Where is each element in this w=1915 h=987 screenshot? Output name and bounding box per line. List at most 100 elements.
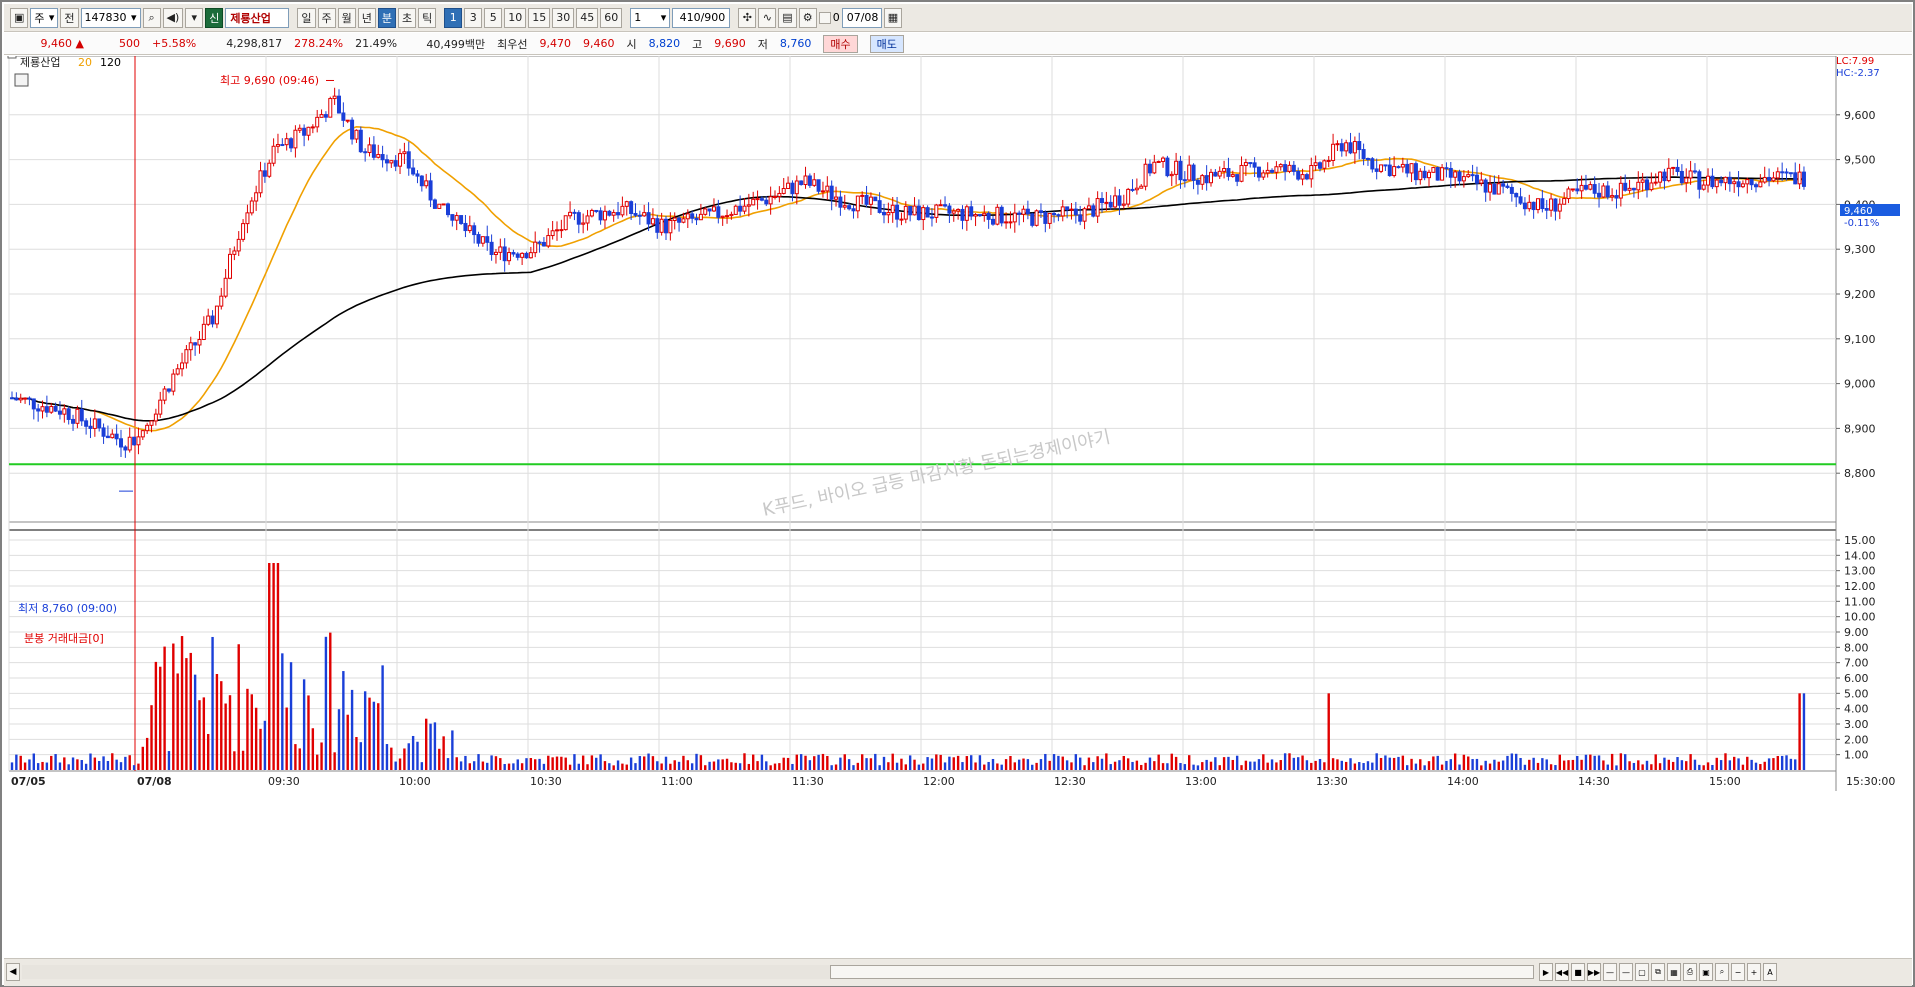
sell-button[interactable]: 매도 [869, 34, 904, 53]
volume-bar [1545, 759, 1548, 770]
menu-chevron-icon[interactable]: ▾ [185, 7, 204, 28]
volume-bar [1432, 756, 1435, 770]
period-week[interactable]: 주 [317, 7, 336, 28]
scroll-left-icon[interactable]: ◀ [6, 963, 20, 981]
candle-body [781, 188, 786, 194]
buy-button[interactable]: 매수 [823, 34, 858, 53]
volume-bar [983, 764, 986, 770]
candle-body [162, 388, 167, 401]
save-icon[interactable]: ▤ [778, 7, 797, 28]
minute-60[interactable]: 60 [600, 7, 623, 28]
calendar-icon[interactable]: ▦ [883, 7, 903, 28]
volume-bar [1188, 755, 1191, 770]
date-value: 07/08 [846, 11, 879, 24]
market-select[interactable]: 주 ▾ [30, 7, 59, 28]
period-year[interactable]: 년 [357, 7, 376, 28]
volume-bar [1353, 763, 1357, 770]
crosshair-icon[interactable]: ✣ [738, 7, 757, 28]
layout-icon[interactable]: ▢ [1635, 963, 1649, 981]
candle-body [720, 215, 725, 218]
print-icon[interactable]: ⎙ [1683, 963, 1697, 981]
gear-icon[interactable]: ⚙ [798, 7, 817, 28]
minute-30[interactable]: 30 [552, 7, 575, 28]
zoom-slider-icon[interactable]: — [1603, 963, 1617, 981]
volume-bar [1419, 759, 1422, 770]
minute-5[interactable]: 5 [484, 7, 503, 28]
watermark: K푸드, 바이오 급등 마감시황 돈되는경제이야기 [761, 427, 1113, 521]
minute-1[interactable]: 1 [444, 7, 463, 28]
speaker-icon[interactable]: ◀) [162, 7, 184, 28]
candle-body [912, 205, 917, 216]
volume-bar [1567, 760, 1570, 770]
option-checkbox[interactable] [818, 11, 831, 24]
stop-icon[interactable]: ■ [1571, 963, 1585, 981]
zoom-slider-track-icon[interactable]: — [1619, 963, 1633, 981]
volume-bar [1366, 761, 1370, 770]
volume-bar [1436, 755, 1439, 770]
chart-svg[interactable]: K푸드, 바이오 급등 마감시황 돈되는경제이야기 9,6009,5009,40… [4, 49, 1912, 960]
volume-bar [481, 761, 485, 770]
search-icon[interactable]: ⌕ [142, 7, 161, 28]
multiplier-select[interactable]: 1 ▾ [630, 7, 671, 28]
magnifier-icon[interactable]: ⌕ [1715, 963, 1729, 981]
chart-scrollbar[interactable]: ◀ ▶ ◀◀ ■ ▶▶ — — ▢ ⧉ ▦ ⎙ ▣ ⌕ − + A [4, 958, 1912, 986]
minute-3[interactable]: 3 [464, 7, 483, 28]
minute-45[interactable]: 45 [576, 7, 599, 28]
chart-area[interactable]: K푸드, 바이오 급등 마감시황 돈되는경제이야기 9,6009,5009,40… [4, 49, 1912, 960]
prefix-button[interactable]: 전 [60, 7, 79, 28]
candle-body [507, 252, 512, 262]
candle-body [751, 198, 756, 206]
candle-body [1671, 166, 1676, 169]
volume-bar [1610, 753, 1614, 770]
date-input[interactable]: 07/08 [841, 7, 882, 28]
play-icon[interactable]: ▶ [1539, 963, 1553, 981]
minute-15[interactable]: 15 [528, 7, 551, 28]
table-icon[interactable] [14, 73, 29, 87]
volume-tick-label: 15.00 [1844, 534, 1876, 547]
period-tick[interactable]: 틱 [418, 7, 437, 28]
candle-body [53, 406, 58, 412]
high-marker: 최고 9,690 (09:46) [220, 74, 319, 87]
window-icon[interactable]: ▣ [10, 7, 29, 28]
line-tool-icon[interactable]: ∿ [758, 7, 777, 28]
candle-body [546, 235, 551, 247]
count-input[interactable]: 410/900 [672, 7, 731, 28]
volume-bar [1536, 762, 1540, 770]
volume-bar [629, 757, 633, 770]
candle-body [703, 208, 708, 215]
volume-bar [36, 763, 40, 770]
stock-code-input[interactable]: 147830 ▾ [80, 7, 141, 28]
copy-icon[interactable]: ⧉ [1651, 963, 1665, 981]
volume-bar [1000, 764, 1003, 770]
candle-body [999, 206, 1004, 224]
minute-10[interactable]: 10 [504, 7, 527, 28]
font-size-icon[interactable]: A [1763, 963, 1777, 981]
period-minute[interactable]: 분 [377, 7, 397, 28]
volume-bar [1161, 763, 1165, 770]
lock-icon[interactable]: ▣ [1699, 963, 1713, 981]
panel-toggle-icon[interactable] [7, 49, 17, 59]
volume-bar [634, 763, 637, 770]
period-month[interactable]: 월 [337, 7, 356, 28]
volume-bar [817, 754, 820, 770]
volume-bar [137, 763, 140, 770]
volume-bar [882, 756, 886, 770]
stock-name-field[interactable]: 제룡산업 [225, 7, 290, 28]
zoom-in-icon[interactable]: + [1747, 963, 1761, 981]
period-day[interactable]: 일 [297, 7, 316, 28]
rewind-icon[interactable]: ◀◀ [1555, 963, 1569, 981]
volume-bar [791, 763, 794, 770]
volume-bar [682, 755, 685, 770]
candle-body [428, 180, 433, 201]
scroll-thumb[interactable] [830, 965, 1534, 979]
candle-body [1021, 208, 1026, 215]
candle-body [1675, 166, 1680, 172]
forward-icon[interactable]: ▶▶ [1587, 963, 1601, 981]
candle-body [659, 218, 664, 233]
zoom-out-icon[interactable]: − [1731, 963, 1745, 981]
candle-body [441, 203, 446, 206]
candle-body [716, 206, 721, 218]
volume-bar [377, 703, 380, 770]
period-second[interactable]: 초 [398, 7, 417, 28]
grid-icon[interactable]: ▦ [1667, 963, 1681, 981]
